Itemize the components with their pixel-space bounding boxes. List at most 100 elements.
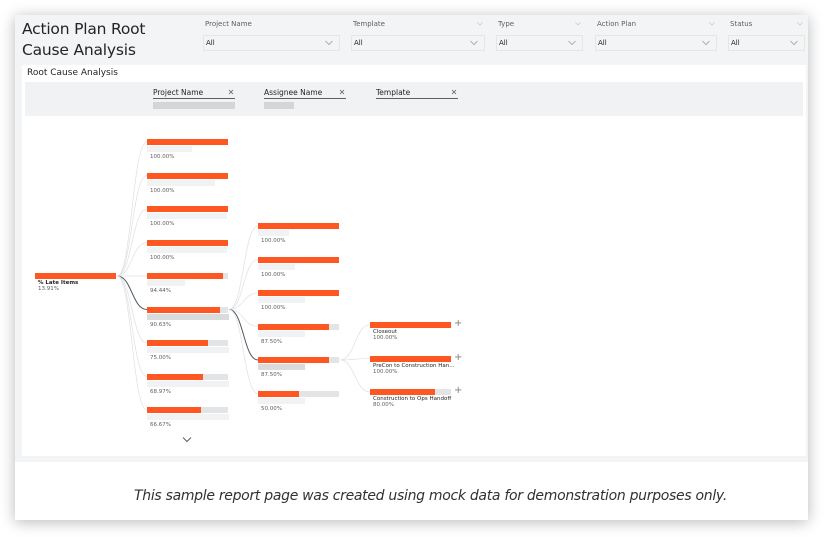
node-label-bar [258,364,305,370]
node-label-bar [258,297,305,303]
connector [116,175,148,277]
chevron-down-icon[interactable] [477,21,483,27]
node-bar-fill [35,273,116,279]
node-label-bar [147,246,227,253]
page-title: Action Plan Root Cause Analysis [22,20,146,59]
slicer-value: All [499,39,508,47]
node-bar-fill [147,340,208,346]
slicer-value: All [731,39,740,47]
node-value: 100.00% [150,187,175,194]
project-node[interactable]: 100.00% [147,139,242,173]
slicer-project-name: Project Name All [203,18,340,54]
node-value: 100.00% [373,368,398,375]
slicer-value: All [598,39,607,47]
node-label-bar [147,280,185,286]
node-value: 100.00% [373,335,398,341]
node-value: 13.91% [38,286,59,292]
chevron-down-icon [568,40,576,46]
project-node[interactable]: 100.00% [147,206,242,240]
project-node[interactable]: 75.00% [147,340,242,374]
slicer-value: All [206,39,215,47]
project-node[interactable]: 66.67% [147,407,242,441]
connector [116,208,148,277]
project-node[interactable]: 100.00% [147,172,242,207]
node-value: 90.63% [150,321,171,328]
node-value: 75.00% [150,355,171,361]
slicer-status-dropdown[interactable]: All [728,35,805,51]
assignee-node[interactable]: 100.00% [258,256,353,291]
node-value: 87.50% [261,338,282,345]
report-card: Action Plan Root Cause Analysis Project … [15,15,808,520]
chevron-down-icon[interactable] [709,21,715,27]
slicer-label: Status [730,20,753,28]
node-value: 66.67% [150,422,171,428]
project-node[interactable]: 100.00% [147,239,242,274]
node-value: 100.00% [150,254,175,261]
chevron-down-icon[interactable] [575,21,581,27]
assignee-node[interactable]: 87.50% [258,323,353,358]
plus-icon[interactable]: + [454,319,462,329]
slicer-type: Type All [496,18,583,54]
slicer-status: Status All [728,18,805,54]
assignee-node[interactable]: 50.00% [258,390,353,425]
node-label-bar [258,330,305,337]
node-value: 100.00% [150,221,175,227]
node-bar-fill [370,389,435,395]
node-bar-fill [258,290,339,296]
project-node[interactable]: 90.63% [147,306,242,341]
template-node[interactable]: Construction to Ops Handoff 80.00% + [370,386,465,423]
slicer-value: All [354,39,363,47]
template-node[interactable]: PreCon to Construction Han... 100.00% + [370,352,465,390]
node-label-bar [147,313,229,320]
slicer-action-plan-dropdown[interactable]: All [595,35,717,51]
node-bar-fill [258,323,329,330]
node-value: 100.00% [150,154,175,160]
footer-disclaimer: This sample report page was created usin… [134,488,727,504]
node-label-bar [258,263,295,270]
assignee-node[interactable]: 100.00% [258,223,353,257]
chevron-down-icon[interactable] [182,436,192,443]
node-bar-fill [147,239,228,246]
project-node[interactable]: 94.44% [147,273,242,307]
root-node[interactable]: % Late Items 13.91% [35,273,130,307]
node-value: 80.00% [373,402,394,408]
node-bar-fill [370,355,451,362]
slicer-label: Action Plan [597,20,637,28]
slicer-project-name-dropdown[interactable]: All [203,35,340,51]
plus-icon[interactable]: + [454,352,462,363]
chevron-down-icon [470,40,478,46]
node-bar-fill [147,373,203,380]
node-bar-fill [258,357,329,363]
assignee-node[interactable]: 100.00% [258,290,353,324]
node-bar-fill [147,172,228,179]
project-node[interactable]: 68.97% [147,373,242,408]
plus-icon[interactable]: + [454,386,462,396]
node-label-bar [147,146,192,152]
slicer-label: Project Name [205,20,252,28]
slicer-template-dropdown[interactable]: All [351,35,485,51]
node-label-bar [258,230,289,236]
node-bar-fill [147,273,224,279]
node-value: 100.00% [261,305,286,311]
node-bar-fill [147,407,201,413]
chevron-down-icon[interactable] [797,21,803,27]
node-bar-fill [258,223,339,229]
decomposition-tree-visual: Root Cause Analysis Project Name Assigne… [22,65,806,456]
report-canvas: Action Plan Root Cause Analysis Project … [15,15,808,462]
node-value: 100.00% [261,238,286,244]
slicer-label: Template [353,20,385,28]
chevron-down-icon [325,40,333,46]
node-label-bar [147,347,229,353]
node-label-bar [147,414,229,420]
template-node[interactable]: Closeout 100.00% + [370,319,465,356]
node-bar-fill [258,256,339,263]
slicer-type-dropdown[interactable]: All [496,35,583,51]
node-label-bar [258,397,305,404]
slicer-template: Template All [351,18,485,54]
assignee-node[interactable]: 87.50% [258,357,353,391]
slicer-label: Type [498,20,515,28]
node-value: 94.44% [150,288,171,294]
node-bar-fill [147,206,228,212]
node-bar-fill [147,306,221,313]
connector [116,141,148,277]
